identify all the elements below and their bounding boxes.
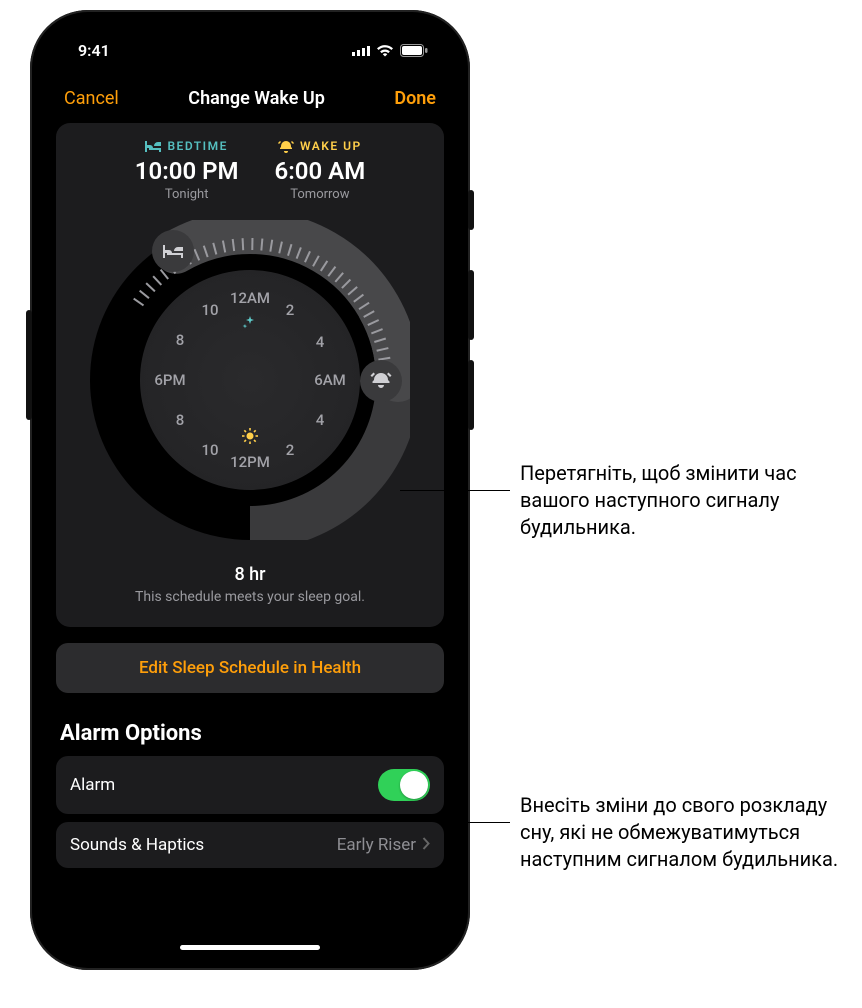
- edit-sleep-schedule-button[interactable]: Edit Sleep Schedule in Health: [56, 643, 444, 693]
- alarm-handle-icon: [370, 372, 392, 390]
- bedtime-time: 10:00 PM: [135, 157, 239, 185]
- dynamic-island: [185, 38, 315, 74]
- sounds-haptics-row[interactable]: Sounds & Haptics Early Riser: [56, 822, 444, 868]
- screen: 9:41 Cancel Change Wake Up Done BEDTIME: [42, 22, 458, 958]
- dial-10b: 10: [201, 301, 218, 319]
- callout-edit-schedule: Внесіть зміни до свого розкладу сну, які…: [520, 792, 850, 873]
- dial-4: 4: [316, 333, 325, 351]
- alarm-toggle-row: Alarm: [56, 756, 444, 814]
- dial-face: 12AM 2 4 6AM 4 2 12PM 10 8 6PM 8 10: [140, 270, 360, 490]
- dial-2: 2: [286, 301, 295, 319]
- dial-2b: 10: [201, 441, 218, 459]
- chevron-right-icon: [422, 835, 430, 855]
- done-button[interactable]: Done: [394, 88, 436, 109]
- power-button: [26, 310, 32, 420]
- duration-sub: This schedule meets your sleep goal.: [68, 589, 432, 605]
- dial-8b: 8: [176, 331, 185, 349]
- edit-button-label: Edit Sleep Schedule in Health: [139, 658, 361, 678]
- battery-icon: [400, 44, 428, 57]
- sounds-value: Early Riser: [337, 835, 416, 855]
- silent-switch: [468, 190, 474, 230]
- wakeup-time: 6:00 AM: [275, 157, 366, 185]
- home-indicator[interactable]: [180, 945, 320, 950]
- nav-bar: Cancel Change Wake Up Done: [42, 78, 458, 123]
- cellular-icon: [352, 44, 370, 56]
- callout-line-1: [400, 490, 510, 491]
- bedtime-sub: Tonight: [135, 187, 239, 202]
- alarm-label: Alarm: [70, 775, 115, 795]
- volume-down-button: [468, 360, 474, 430]
- sounds-value-group: Early Riser: [337, 835, 430, 855]
- dial-6pm: 6PM: [154, 371, 185, 389]
- dial-10: 2: [286, 441, 295, 459]
- alarm-toggle[interactable]: [378, 769, 430, 801]
- dial-12pm: 12PM: [230, 453, 270, 471]
- status-time: 9:41: [78, 41, 110, 60]
- bed-handle-icon: [162, 244, 184, 259]
- alarm-icon: [278, 140, 294, 153]
- content: BEDTIME 10:00 PM Tonight WAKE UP 6:00 AM…: [42, 123, 458, 868]
- wakeup-label-text: WAKE UP: [300, 139, 362, 153]
- bedtime-col: BEDTIME 10:00 PM Tonight: [135, 139, 239, 202]
- duration-value: 8 hr: [68, 564, 432, 585]
- status-right: [352, 44, 428, 57]
- bedtime-label-text: BEDTIME: [167, 139, 227, 153]
- duration: 8 hr This schedule meets your sleep goal…: [68, 564, 432, 605]
- dial-6am: 6AM: [314, 371, 346, 389]
- stars-icon: [241, 314, 259, 336]
- sounds-label: Sounds & Haptics: [70, 835, 204, 855]
- bed-icon: [145, 141, 161, 152]
- wakeup-handle[interactable]: [360, 360, 402, 402]
- wakeup-col: WAKE UP 6:00 AM Tomorrow: [275, 139, 366, 202]
- callout-wakeup-handle: Перетягніть, щоб змінити час вашого наст…: [520, 460, 840, 541]
- times-row: BEDTIME 10:00 PM Tonight WAKE UP 6:00 AM…: [68, 139, 432, 202]
- sleep-dial[interactable]: (function(){ var g=document.getElementBy…: [90, 220, 410, 540]
- sun-icon: [241, 427, 259, 449]
- alarm-options-title: Alarm Options: [56, 721, 444, 746]
- cancel-button[interactable]: Cancel: [64, 88, 119, 109]
- schedule-card: BEDTIME 10:00 PM Tonight WAKE UP 6:00 AM…: [56, 123, 444, 627]
- wakeup-label: WAKE UP: [275, 139, 366, 153]
- dial-12am: 12AM: [230, 289, 270, 307]
- bedtime-label: BEDTIME: [135, 139, 239, 153]
- dial-8: 4: [316, 411, 325, 429]
- bedtime-handle[interactable]: [152, 230, 194, 272]
- wakeup-sub: Tomorrow: [275, 187, 366, 202]
- nav-title: Change Wake Up: [188, 88, 325, 109]
- dial-4b: 8: [176, 411, 185, 429]
- volume-up-button: [468, 270, 474, 340]
- wifi-icon: [376, 44, 394, 57]
- callout-line-2: [440, 822, 510, 823]
